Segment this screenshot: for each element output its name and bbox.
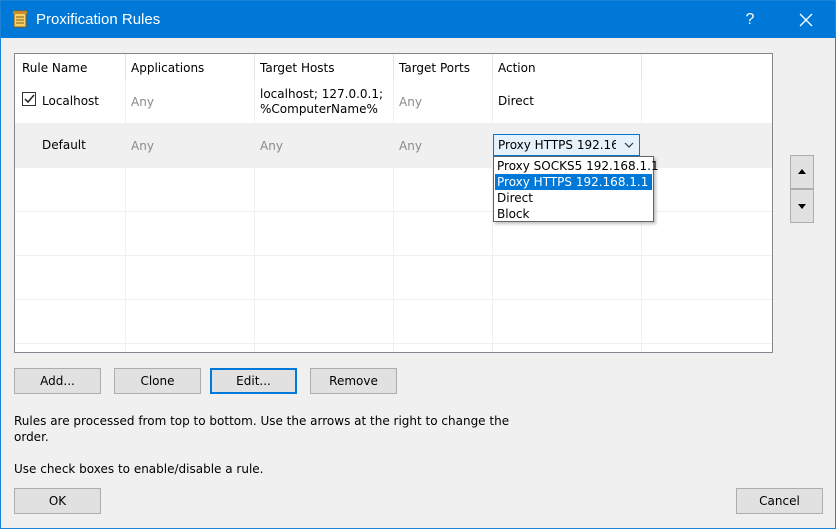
close-button[interactable] — [783, 1, 829, 38]
rule-enabled-checkbox[interactable] — [22, 92, 36, 106]
close-icon — [799, 13, 813, 26]
move-down-button[interactable] — [790, 189, 814, 223]
dropdown-option-https[interactable]: Proxy HTTPS 192.168.1.1 — [495, 174, 652, 190]
header-divider — [125, 54, 126, 81]
cancel-button[interactable]: Cancel — [736, 488, 823, 514]
rule-target-hosts-line2: %ComputerName% — [260, 102, 378, 116]
app-icon — [13, 10, 27, 28]
column-header-rule-name[interactable]: Rule Name — [22, 61, 87, 75]
header-divider — [492, 54, 493, 81]
header-divider — [641, 54, 642, 81]
rule-target-ports: Any — [399, 95, 422, 109]
action-combobox-value: Proxy HTTPS 192.168.1.1 — [498, 138, 616, 152]
info-text-line1: Rules are processed from top to bottom. … — [14, 414, 510, 428]
edit-rule-button[interactable]: Edit... — [210, 368, 297, 394]
row-divider — [15, 299, 772, 300]
info-text-line3: Use check boxes to enable/disable a rule… — [14, 462, 264, 476]
help-button[interactable]: ? — [727, 1, 773, 38]
proxification-rules-dialog: Proxification Rules ? Rule Name Applicat… — [0, 0, 836, 529]
rule-applications: Any — [131, 139, 154, 153]
column-divider — [393, 54, 394, 352]
column-header-target-hosts[interactable]: Target Hosts — [260, 61, 335, 75]
header-divider — [254, 54, 255, 81]
window-title: Proxification Rules — [36, 11, 161, 28]
rule-target-hosts-line1: localhost; 127.0.0.1; — [260, 87, 384, 101]
clone-rule-button[interactable]: Clone — [114, 368, 201, 394]
column-header-target-ports[interactable]: Target Ports — [399, 61, 470, 75]
rule-applications: Any — [131, 95, 154, 109]
move-up-button[interactable] — [790, 155, 814, 189]
rule-action[interactable]: Direct — [498, 94, 534, 108]
add-rule-button[interactable]: Add... — [14, 368, 101, 394]
rule-target-ports: Any — [399, 139, 422, 153]
header-divider — [393, 54, 394, 81]
column-header-action[interactable]: Action — [498, 61, 536, 75]
info-text-line2: order. — [14, 430, 49, 444]
column-divider — [254, 54, 255, 352]
rules-list[interactable]: Rule Name Applications Target Hosts Targ… — [14, 53, 773, 353]
dropdown-option-socks5[interactable]: Proxy SOCKS5 192.168.1.1 — [495, 158, 659, 174]
row-divider — [15, 343, 772, 344]
remove-rule-button[interactable]: Remove — [310, 368, 397, 394]
column-divider — [125, 54, 126, 352]
dropdown-option-block[interactable]: Block — [495, 206, 652, 222]
action-dropdown-list: Proxy SOCKS5 192.168.1.1 Proxy HTTPS 192… — [493, 156, 659, 222]
chevron-down-icon — [624, 142, 634, 148]
row-divider — [15, 211, 772, 212]
rule-name[interactable]: Localhost — [42, 94, 99, 108]
action-combobox[interactable]: Proxy HTTPS 192.168.1.1 — [493, 134, 640, 156]
rule-target-hosts: Any — [260, 139, 283, 153]
dropdown-option-direct[interactable]: Direct — [495, 190, 652, 206]
arrow-up-icon — [798, 169, 806, 174]
ok-button[interactable]: OK — [14, 488, 101, 514]
row-divider — [15, 255, 772, 256]
arrow-down-icon — [798, 204, 806, 209]
rule-name[interactable]: Default — [42, 138, 86, 152]
checkmark-icon — [24, 94, 35, 104]
title-bar: Proxification Rules ? — [1, 1, 835, 38]
column-header-applications[interactable]: Applications — [131, 61, 204, 75]
